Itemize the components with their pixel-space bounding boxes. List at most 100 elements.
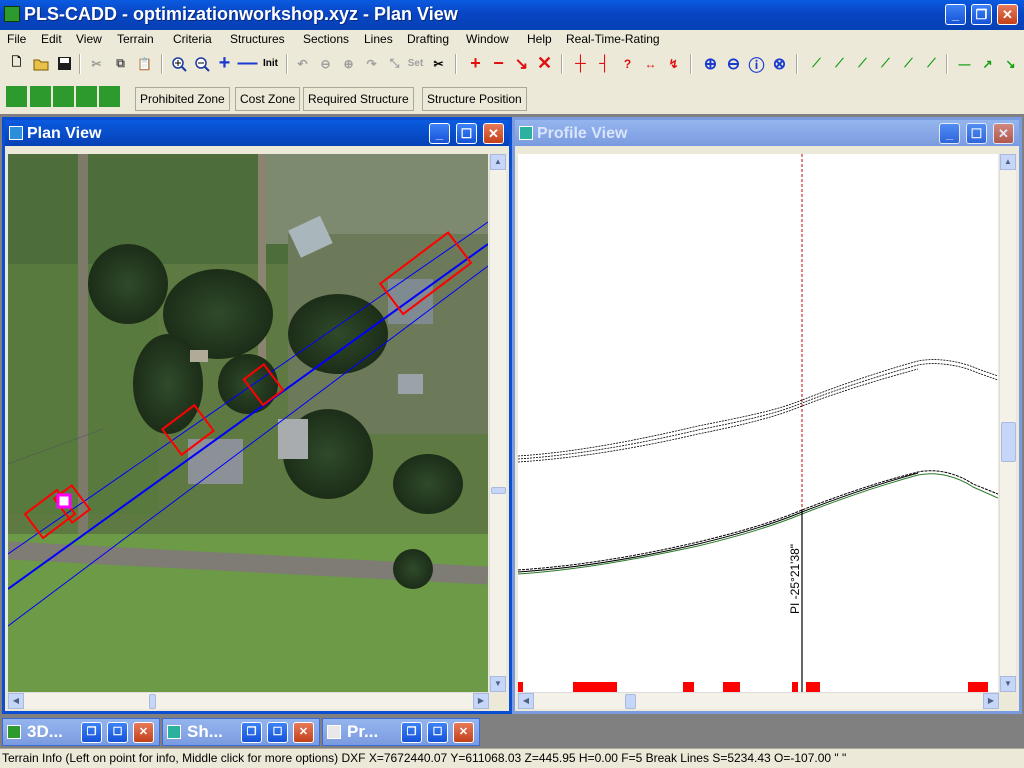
profile-maximize-button[interactable]: ☐ bbox=[966, 123, 987, 144]
structure-position-button[interactable]: Structure Position bbox=[422, 87, 527, 111]
restore-button[interactable]: ❐ bbox=[971, 4, 992, 25]
minimized-profile-view[interactable]: Pr... ❐ ☐ ✕ bbox=[322, 718, 480, 746]
rotate-right-icon[interactable]: ↷ bbox=[361, 53, 382, 74]
3d-restore-button[interactable]: ❐ bbox=[81, 722, 102, 743]
move-pi-icon[interactable]: ↘ bbox=[511, 53, 532, 74]
plan-scroll-down-icon[interactable]: ▼ bbox=[490, 676, 506, 692]
add-structure-icon[interactable]: ┼ bbox=[570, 53, 591, 74]
terrain-blue-icon[interactable] bbox=[53, 86, 74, 107]
profile-vertical-scrollbar[interactable]: ▲ ▼ bbox=[999, 154, 1016, 692]
save-disk-icon[interactable] bbox=[54, 53, 75, 74]
attach-a2-icon[interactable]: ⟋ bbox=[829, 53, 850, 74]
profile-view-window[interactable]: Profile View _ ☐ ✕ PI -25°21'38" ▲ ▼ ◀ ▶ bbox=[512, 117, 1022, 714]
selected-structure-marker[interactable] bbox=[56, 493, 72, 509]
structure-info-icon[interactable]: ? bbox=[617, 53, 638, 74]
profile-scroll-left-icon[interactable]: ◀ bbox=[518, 693, 534, 709]
zoom-in-icon[interactable] bbox=[168, 53, 189, 74]
menu-sections[interactable]: Sections bbox=[303, 32, 349, 46]
menu-edit[interactable]: Edit bbox=[41, 32, 62, 46]
terrain-grid-icon[interactable] bbox=[99, 86, 120, 107]
plan-scroll-left-icon[interactable]: ◀ bbox=[8, 693, 24, 709]
cut-icon[interactable]: ✂ bbox=[86, 53, 107, 74]
delete-structure-icon[interactable]: ┤ bbox=[594, 53, 615, 74]
plan-vscroll-thumb[interactable] bbox=[491, 487, 506, 494]
edit-structure-icon[interactable]: ↯ bbox=[663, 53, 684, 74]
pr-maximize-button[interactable]: ☐ bbox=[427, 722, 448, 743]
rotate-reset-icon[interactable]: ⤡ bbox=[384, 53, 405, 74]
attach-a5-icon[interactable]: ⟋ bbox=[898, 53, 919, 74]
plan-maximize-button[interactable]: ☐ bbox=[456, 123, 477, 144]
wire-a2-icon[interactable]: ↗ bbox=[977, 53, 998, 74]
copy-icon[interactable]: ⧉ bbox=[110, 53, 131, 74]
menu-window[interactable]: Window bbox=[466, 32, 509, 46]
menu-criteria[interactable]: Criteria bbox=[173, 32, 212, 46]
plan-view-window[interactable]: Plan View _ ☐ ✕ ▲ ▼ ◀ ▶ bbox=[2, 117, 512, 714]
terrain-plan-icon[interactable] bbox=[76, 86, 97, 107]
profile-scroll-right-icon[interactable]: ▶ bbox=[983, 693, 999, 709]
sheet-close-button[interactable]: ✕ bbox=[293, 722, 314, 743]
prohibited-zone-button[interactable]: Prohibited Zone bbox=[135, 87, 230, 111]
init-view-button[interactable]: Init bbox=[260, 53, 281, 74]
profile-horizontal-scrollbar[interactable]: ◀ ▶ bbox=[518, 692, 999, 709]
menu-lines[interactable]: Lines bbox=[364, 32, 393, 46]
plan-scroll-up-icon[interactable]: ▲ bbox=[490, 154, 506, 170]
menu-view[interactable]: View bbox=[76, 32, 102, 46]
remove-pi-icon[interactable]: ✕ bbox=[534, 53, 555, 74]
wire-a-icon[interactable]: — bbox=[954, 53, 975, 74]
3d-close-button[interactable]: ✕ bbox=[133, 722, 154, 743]
sheet-maximize-button[interactable]: ☐ bbox=[267, 722, 288, 743]
profile-hscroll-thumb[interactable] bbox=[625, 694, 636, 709]
minimize-button[interactable]: _ bbox=[945, 4, 966, 25]
menu-file[interactable]: File bbox=[7, 32, 26, 46]
close-button[interactable]: ✕ bbox=[997, 4, 1018, 25]
terrain-green-icon[interactable] bbox=[6, 86, 27, 107]
zoom-previous-minus-icon[interactable]: — bbox=[237, 52, 258, 74]
attach-a4-icon[interactable]: ⟋ bbox=[875, 53, 896, 74]
rotate-left-icon[interactable]: ↶ bbox=[292, 53, 313, 74]
menu-drafting[interactable]: Drafting bbox=[407, 32, 449, 46]
menu-terrain[interactable]: Terrain bbox=[117, 32, 154, 46]
minimized-sheet-view[interactable]: Sh... ❐ ☐ ✕ bbox=[162, 718, 320, 746]
new-file-icon[interactable]: 🗋 bbox=[6, 53, 27, 74]
paste-icon[interactable]: 📋 bbox=[134, 53, 155, 74]
set-view-button[interactable]: Set bbox=[405, 53, 426, 74]
plan-horizontal-scrollbar[interactable]: ◀ ▶ bbox=[8, 692, 489, 709]
cost-zone-button[interactable]: Cost Zone bbox=[235, 87, 301, 111]
pr-restore-button[interactable]: ❐ bbox=[401, 722, 422, 743]
rotate-down-icon[interactable]: ⊕ bbox=[338, 53, 359, 74]
wire-a3-icon[interactable]: ↘ bbox=[1000, 53, 1021, 74]
profile-scroll-up-icon[interactable]: ▲ bbox=[1000, 154, 1016, 170]
sag-add-icon[interactable]: ⊕ bbox=[700, 53, 721, 74]
profile-vscroll-thumb[interactable] bbox=[1001, 422, 1016, 462]
sheet-restore-button[interactable]: ❐ bbox=[241, 722, 262, 743]
profile-view-canvas[interactable]: PI -25°21'38" bbox=[518, 154, 998, 692]
minimized-3d-view[interactable]: 3D... ❐ ☐ ✕ bbox=[2, 718, 160, 746]
open-folder-icon[interactable] bbox=[30, 53, 51, 74]
zoom-out-icon[interactable] bbox=[191, 53, 212, 74]
sag-check-icon[interactable]: ⊗ bbox=[769, 53, 790, 74]
profile-close-button[interactable]: ✕ bbox=[993, 123, 1014, 144]
sag-info-icon[interactable]: ⓘ bbox=[746, 53, 767, 75]
plan-scroll-right-icon[interactable]: ▶ bbox=[473, 693, 489, 709]
profile-scroll-down-icon[interactable]: ▼ bbox=[1000, 676, 1016, 692]
plan-view-canvas[interactable] bbox=[8, 154, 488, 692]
terrain-red-icon[interactable] bbox=[30, 86, 51, 107]
required-structure-button[interactable]: Required Structure bbox=[303, 87, 414, 111]
menu-help[interactable]: Help bbox=[527, 32, 552, 46]
zoom-extents-plus-icon[interactable]: + bbox=[214, 52, 235, 74]
plan-minimize-button[interactable]: _ bbox=[429, 123, 450, 144]
3d-maximize-button[interactable]: ☐ bbox=[107, 722, 128, 743]
delete-pi-icon[interactable]: − bbox=[488, 53, 509, 74]
attach-a3-icon[interactable]: ⟋ bbox=[852, 53, 873, 74]
sag-minus-icon[interactable]: ⊖ bbox=[723, 53, 744, 74]
plan-hscroll-thumb[interactable] bbox=[149, 694, 156, 709]
rotate-up-icon[interactable]: ⊖ bbox=[315, 53, 336, 74]
profile-minimize-button[interactable]: _ bbox=[939, 123, 960, 144]
attach-a6-icon[interactable]: ⟋ bbox=[921, 53, 942, 74]
attach-a-icon[interactable]: ⟋ bbox=[806, 53, 827, 74]
plan-vertical-scrollbar[interactable]: ▲ ▼ bbox=[489, 154, 506, 692]
menu-real-time-rating[interactable]: Real-Time-Rating bbox=[566, 32, 660, 46]
scissors-icon[interactable]: ✂ bbox=[428, 53, 449, 74]
pr-close-button[interactable]: ✕ bbox=[453, 722, 474, 743]
add-pi-icon[interactable]: + bbox=[465, 53, 486, 74]
